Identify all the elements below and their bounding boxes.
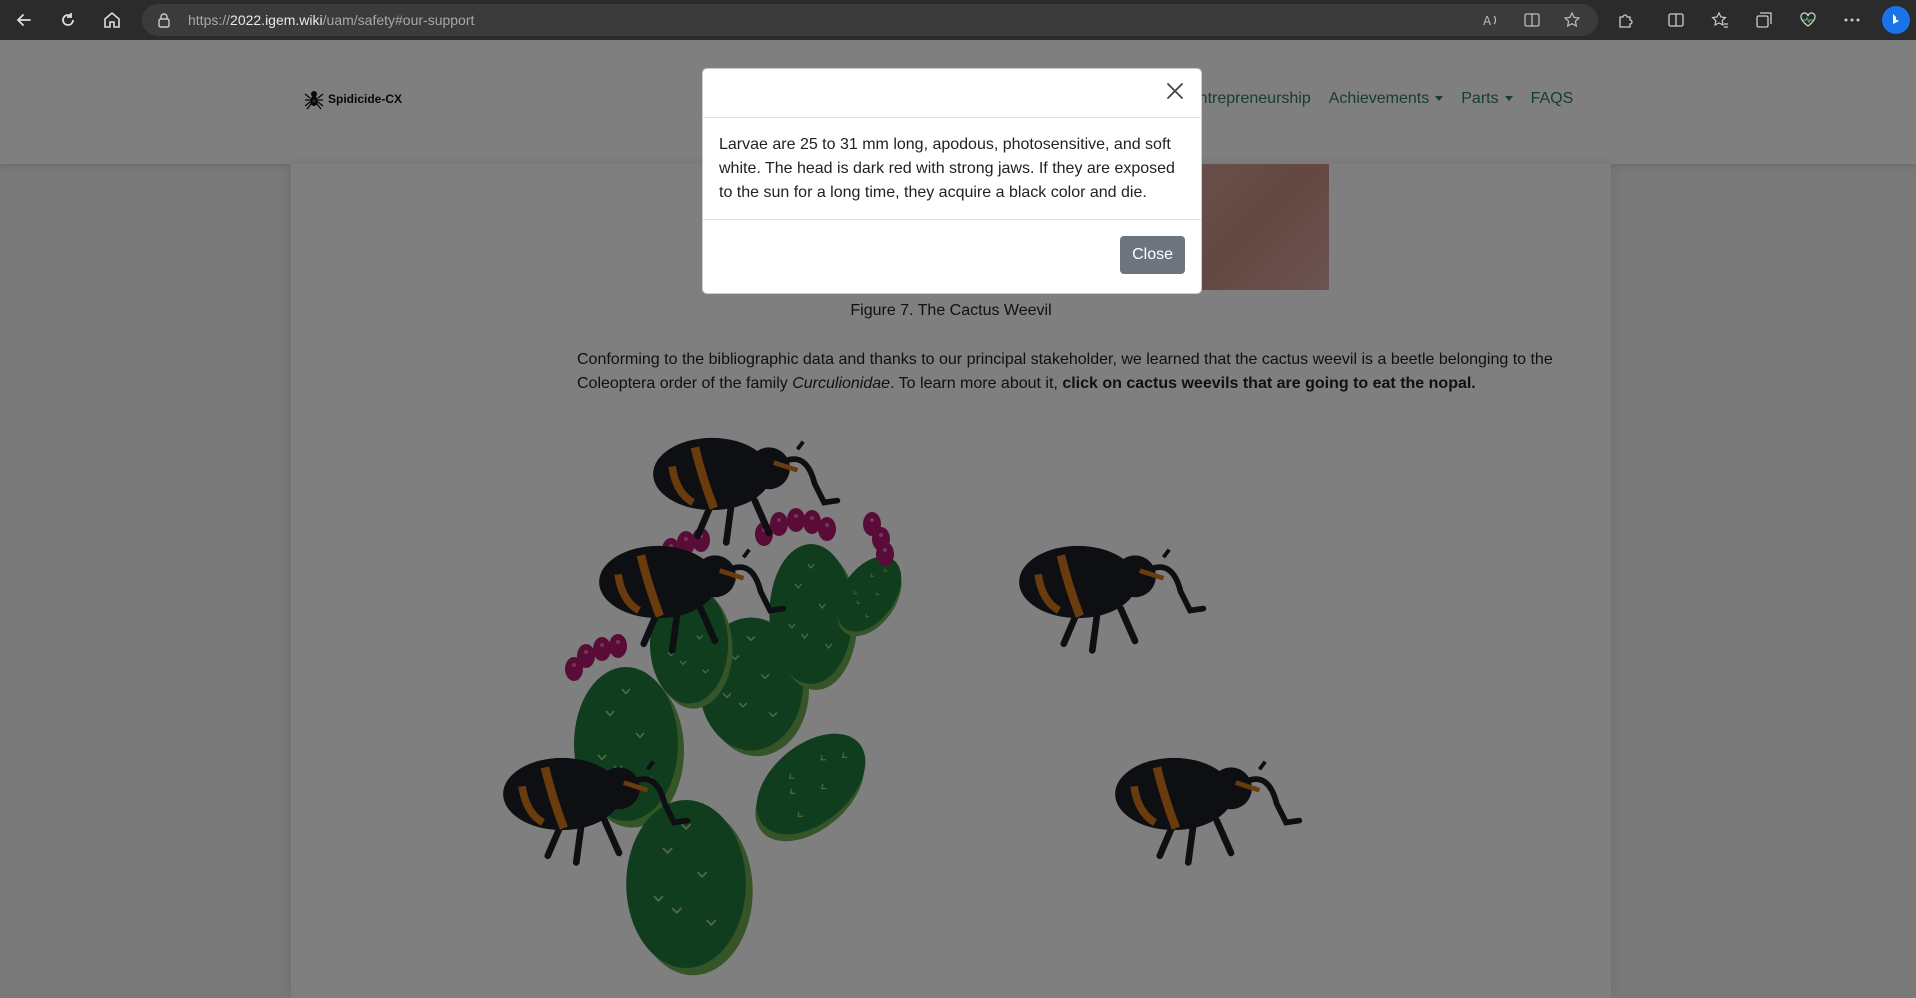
favorite-star-icon[interactable] xyxy=(1560,8,1584,32)
url-text[interactable]: https://2022.igem.wiki/uam/safety#our-su… xyxy=(188,12,474,28)
address-bar[interactable]: https://2022.igem.wiki/uam/safety#our-su… xyxy=(142,4,1598,36)
browser-essentials-icon[interactable] xyxy=(1796,8,1820,32)
close-button[interactable]: Close xyxy=(1120,236,1185,274)
home-icon[interactable] xyxy=(98,6,126,34)
collections-icon[interactable] xyxy=(1752,8,1776,32)
url-path: /uam/safety#our-support xyxy=(322,12,475,28)
page-viewport: Spidicide-CX Entrepreneurship Achievemen… xyxy=(0,40,1916,998)
read-aloud-icon[interactable]: A xyxy=(1479,8,1503,32)
close-icon[interactable] xyxy=(1163,79,1187,103)
more-icon[interactable] xyxy=(1840,8,1864,32)
immersive-reader-icon[interactable] xyxy=(1520,8,1544,32)
svg-text:A: A xyxy=(1483,14,1492,28)
extensions-icon[interactable] xyxy=(1614,8,1638,32)
back-icon[interactable] xyxy=(10,6,38,34)
split-screen-icon[interactable] xyxy=(1664,8,1688,32)
modal-header xyxy=(703,69,1201,118)
lock-icon[interactable] xyxy=(156,12,172,28)
browser-toolbar: https://2022.igem.wiki/uam/safety#our-su… xyxy=(0,0,1916,40)
url-domain: 2022.igem.wiki xyxy=(230,12,323,28)
refresh-icon[interactable] xyxy=(54,6,82,34)
url-scheme: https:// xyxy=(188,12,231,28)
favorites-icon[interactable] xyxy=(1708,8,1732,32)
modal-footer: Close xyxy=(703,219,1201,294)
bing-icon[interactable] xyxy=(1882,6,1910,34)
modal-body-text: Larvae are 25 to 31 mm long, apodous, ph… xyxy=(719,136,1175,201)
info-modal: Larvae are 25 to 31 mm long, apodous, ph… xyxy=(702,68,1202,294)
